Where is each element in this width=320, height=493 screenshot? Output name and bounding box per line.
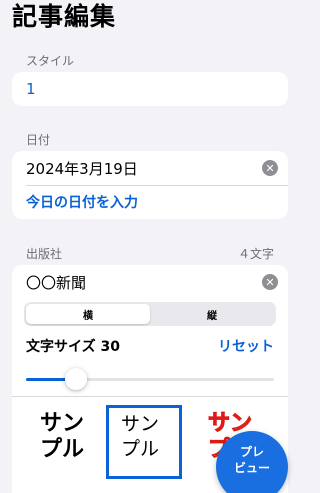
font-sample-gothic[interactable]: サン プル [40,411,90,463]
style-section-label: スタイル [26,54,75,68]
publisher-char-count: ４文字 [237,247,274,261]
page-title: 記事編集 [12,2,117,31]
reset-button[interactable]: リセット [218,336,274,356]
preview-label-line-2: ビュー [233,461,270,475]
sample-line-2: プル [40,437,85,462]
publisher-section-label: 出版社 [26,247,63,261]
publisher-field[interactable]: 〇〇新聞 ✕ [12,265,288,299]
date-section-label: 日付 [26,133,51,147]
today-date-link[interactable]: 今日の日付を入力 [12,185,288,219]
font-size-slider[interactable] [12,362,288,396]
segment-vertical[interactable]: 縦 [150,304,274,324]
clear-date-icon[interactable]: ✕ [262,160,278,176]
sample-line-1: サン [121,413,160,435]
font-size-label: 文字サイズ 30 [26,339,120,355]
style-value: 1 [26,80,36,98]
preview-label-line-1: プレ [239,445,264,459]
sample-line-1: サン [40,411,85,436]
date-field[interactable]: 2024年3月19日 ✕ [12,151,288,185]
today-date-link-label: 今日の日付を入力 [26,195,138,211]
slider-thumb[interactable] [64,368,87,390]
publisher-value: 〇〇新聞 [26,273,87,292]
date-card: 2024年3月19日 ✕ 今日の日付を入力 [12,151,288,219]
style-card: 1 [12,72,288,106]
preview-button[interactable]: プレ ビュー [216,431,288,493]
clear-publisher-icon[interactable]: ✕ [262,274,278,290]
article-edit-screen: 記事編集 スタイル 1 日付 2024年3月19日 ✕ 今日の日付を入力 出版社… [0,0,300,493]
slider-track [26,368,274,390]
font-sample-mincho-selected[interactable]: サン プル [106,405,182,479]
style-field[interactable]: 1 [12,72,288,106]
font-size-row: 文字サイズ 30 リセット [12,330,288,362]
segment-horizontal[interactable]: 横 [26,304,150,324]
orientation-segmented-control: 横 縦 [24,302,276,326]
date-value: 2024年3月19日 [26,159,138,178]
sample-line-2: プル [121,438,160,460]
